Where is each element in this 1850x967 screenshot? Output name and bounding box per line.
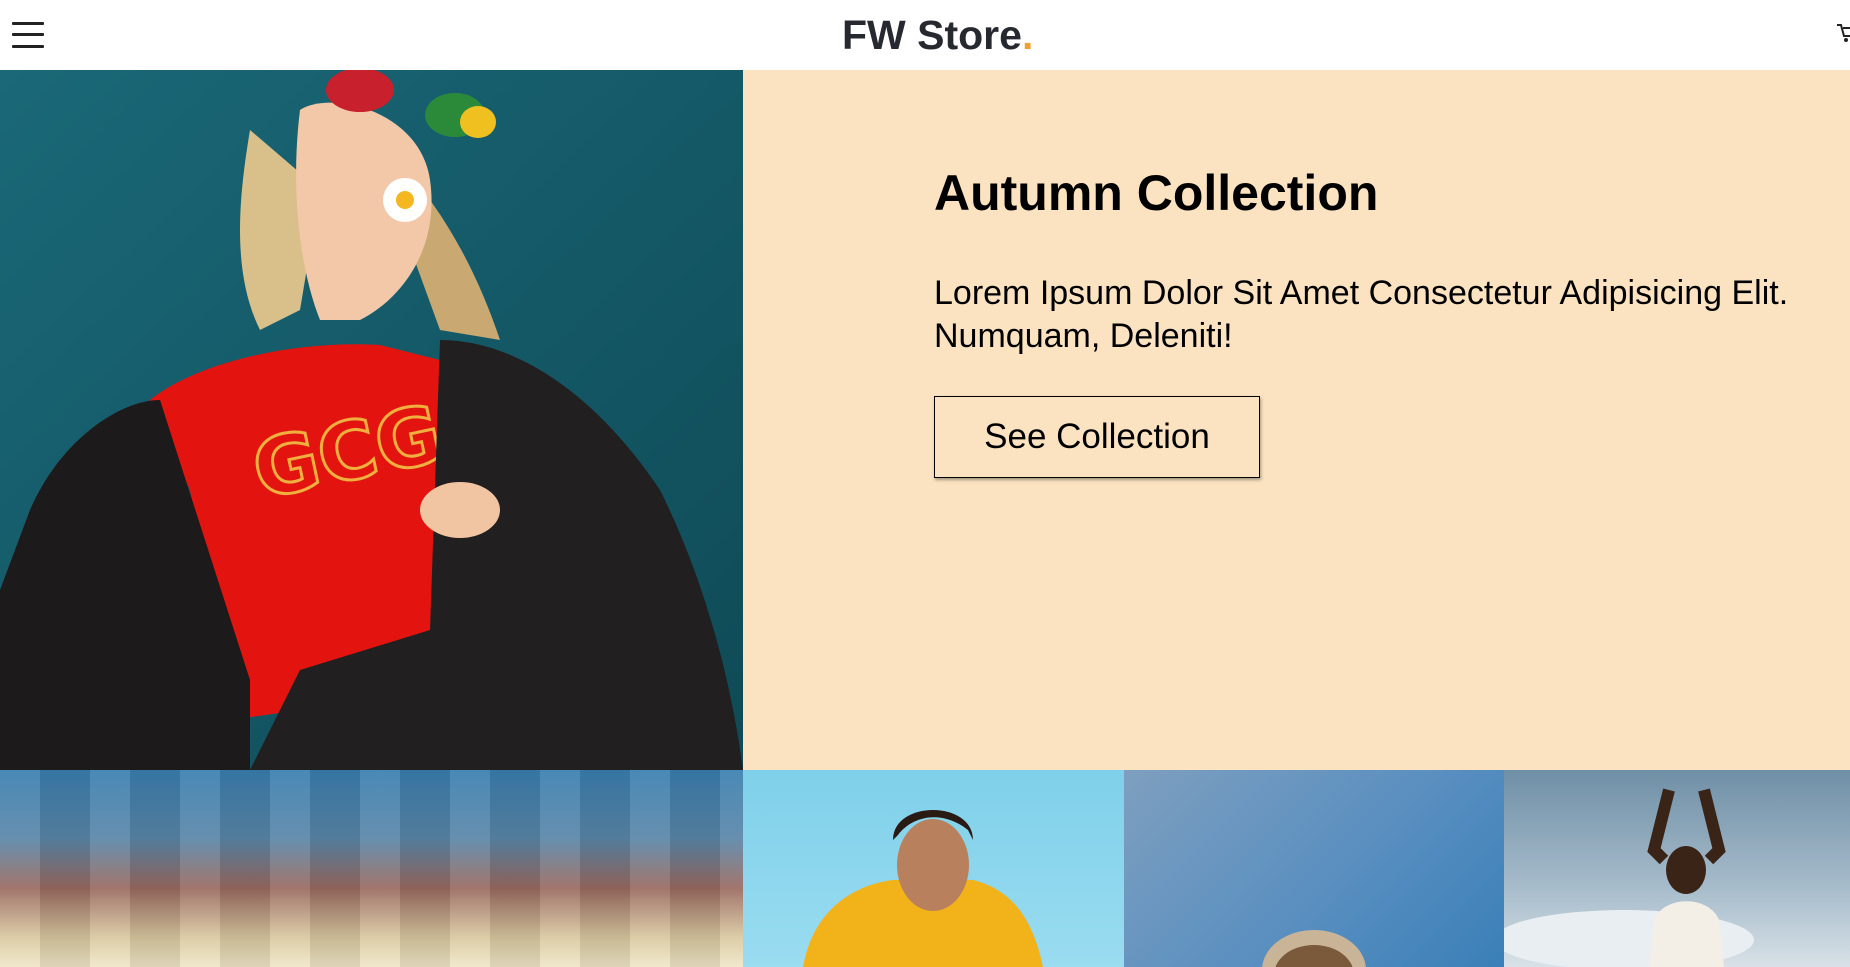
brand-logo[interactable]: FW Store. bbox=[842, 12, 1033, 59]
hero-title: Autumn Collection bbox=[934, 165, 1379, 221]
hero-content-panel: Autumn Collection Lorem Ipsum Dolor Sit … bbox=[743, 70, 1850, 770]
brand-name: FW Store bbox=[842, 12, 1022, 58]
see-collection-button[interactable]: See Collection bbox=[934, 396, 1260, 478]
brand-dot: . bbox=[1021, 12, 1034, 58]
gallery-image-yellow-hoodie[interactable] bbox=[743, 770, 1124, 967]
site-header: FW Store. bbox=[0, 0, 1850, 70]
hero-description: Lorem Ipsum Dolor Sit Amet Consectetur A… bbox=[934, 274, 1789, 355]
shopping-cart-icon[interactable] bbox=[1836, 22, 1850, 44]
collection-gallery bbox=[0, 770, 1850, 967]
gallery-image-white-dress[interactable] bbox=[1504, 770, 1850, 967]
hamburger-menu-icon[interactable] bbox=[12, 21, 44, 49]
gallery-image-street[interactable] bbox=[0, 770, 743, 967]
hero-model-image: GCG bbox=[0, 70, 743, 770]
hero-section: GCG Autumn Collection Lorem Ipsum Dolor … bbox=[0, 70, 1850, 770]
gallery-image-sky-portrait[interactable] bbox=[1124, 770, 1504, 967]
